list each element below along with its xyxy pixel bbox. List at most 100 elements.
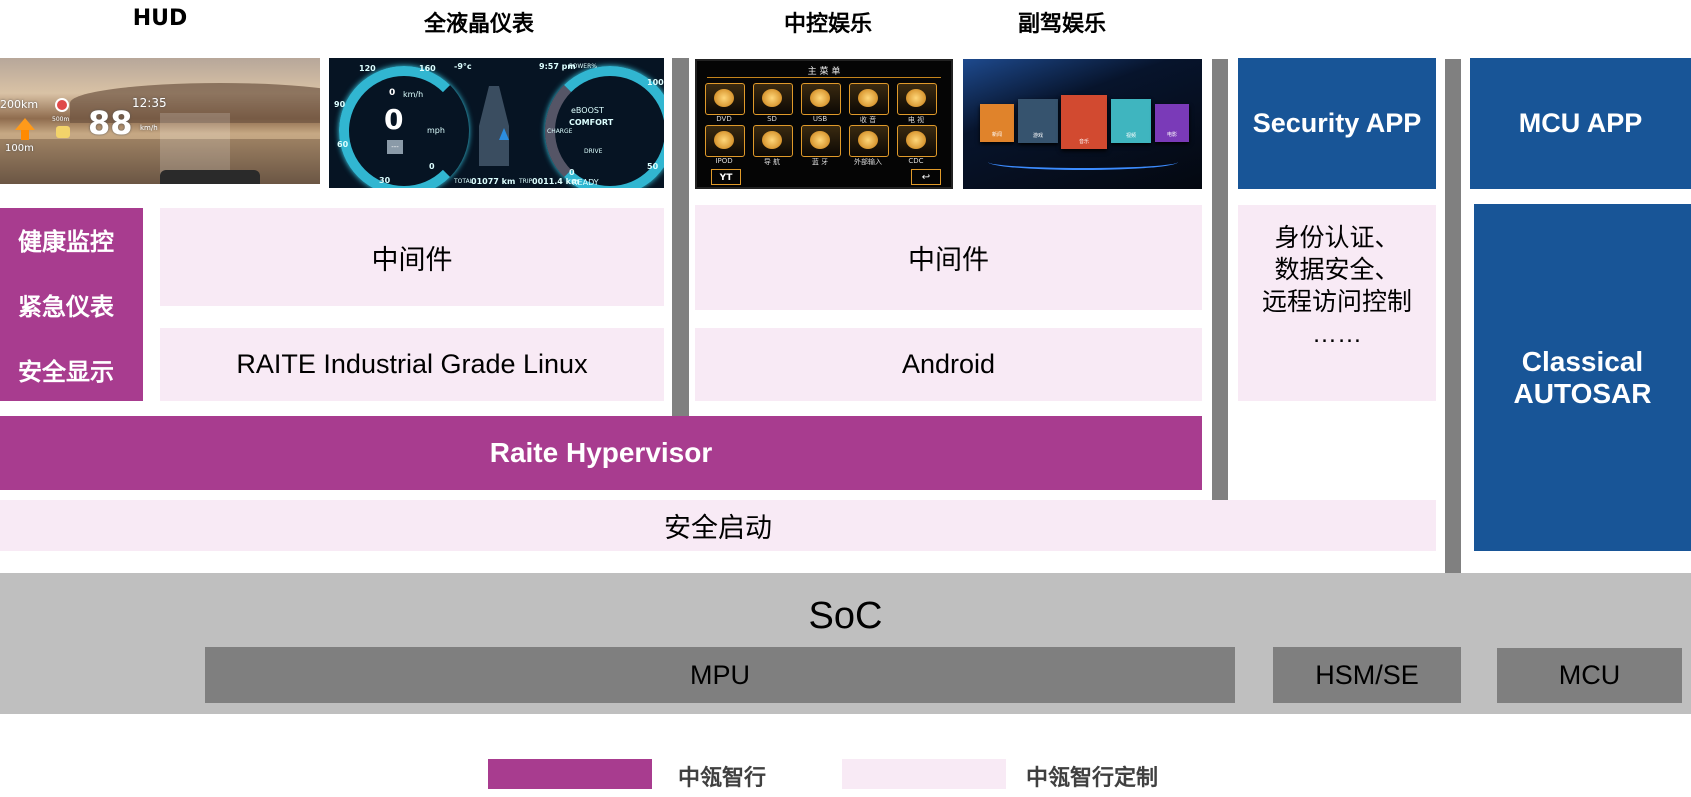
dvd-icon: [714, 89, 734, 107]
radio-icon: [858, 89, 878, 107]
hud-speed: 88: [88, 104, 133, 142]
column-title-ivi: 中控娱乐: [783, 12, 873, 37]
passenger-tile-music[interactable]: 音乐: [1061, 95, 1107, 149]
cluster-tick-160: 160: [419, 64, 436, 73]
ivi-label: CDC: [908, 157, 924, 165]
passenger-tile-label: 游戏: [1032, 133, 1043, 139]
legend-label-raite-custom: 中瓴智行定制: [1026, 766, 1159, 791]
autosar-line-2: AUTOSAR: [1513, 377, 1652, 409]
android-os-block: Android: [695, 328, 1202, 401]
partition-divider: [1212, 59, 1228, 500]
hud-screenshot: 200km 100m 500m 12:35 88 km/h: [0, 58, 320, 184]
ivi-label: 电 视: [907, 116, 925, 124]
cluster-mode: COMFORT: [569, 118, 614, 127]
security-feature: 身份认证、: [1274, 224, 1400, 252]
passenger-screenshot: 新闻 游戏 音乐 视频 电影: [963, 59, 1202, 189]
cluster-total: 01077 km: [471, 177, 516, 186]
arrow-stem-icon: [21, 130, 29, 140]
passenger-tile-label: 新闻: [991, 132, 1002, 138]
soc-block: SoC MPU HSM/SE MCU: [0, 573, 1691, 714]
ivi-label: 收 音: [859, 116, 877, 124]
security-feature-ellipsis: ……: [1312, 320, 1362, 348]
cluster-tick-90: 90: [334, 100, 346, 109]
speed-gauge: [339, 66, 469, 188]
passenger-glow-arc: [988, 154, 1178, 170]
function-safety-display: 安全显示: [18, 358, 114, 386]
ivi-tile-navigation[interactable]: [753, 125, 793, 157]
legend-swatch-raite: [488, 759, 652, 789]
linux-middleware-block: 中间件: [160, 208, 664, 306]
ivi-tile-cdc[interactable]: [897, 125, 937, 157]
navigation-icon: [762, 131, 782, 149]
mcu-block: MCU: [1497, 648, 1682, 703]
bluetooth-icon: [810, 131, 830, 149]
hud-distance: 200km: [0, 98, 39, 111]
ivi-tile-radio[interactable]: [849, 83, 889, 115]
ivi-settings-button[interactable]: YT: [711, 169, 741, 185]
linux-os-block: RAITE Industrial Grade Linux: [160, 328, 664, 401]
ivi-tile-tv[interactable]: [897, 83, 937, 115]
cluster-speed-kmh: 0: [389, 88, 396, 98]
cluster-tick-30: 30: [379, 176, 391, 185]
column-title-passenger: 副驾娱乐: [1017, 12, 1107, 37]
ivi-screenshot: 主 菜 单 DVD SD USB 收 音 电 视 IPOD 导 航 蓝 牙 外部…: [695, 59, 953, 189]
ivi-tile-dvd[interactable]: [705, 83, 745, 115]
ivi-label: SD: [767, 115, 777, 123]
ivi-tile-aux[interactable]: [849, 125, 889, 157]
arrow-up-icon: [15, 118, 35, 130]
ivi-tile-bluetooth[interactable]: [801, 125, 841, 157]
usb-icon: [810, 89, 830, 107]
passenger-tile-label: 视频: [1125, 133, 1136, 139]
cluster-mph-unit: mph: [427, 126, 445, 135]
hypervisor-block: Raite Hypervisor: [0, 416, 1202, 490]
cluster-tick-120: 120: [359, 64, 376, 73]
cluster-tick-right-0: 0: [569, 168, 575, 177]
passenger-tile-movie[interactable]: 电影: [1155, 104, 1189, 142]
function-emergency-cluster: 紧急仪表: [18, 293, 114, 321]
column-title-cluster: 全液晶仪表: [423, 12, 535, 37]
function-health-monitoring: 健康监控: [18, 228, 114, 256]
ivi-title-underline: [707, 77, 941, 78]
tv-icon: [906, 89, 926, 107]
security-feature: 数据安全、: [1274, 256, 1400, 284]
security-app-block: Security APP: [1238, 58, 1436, 189]
apple-icon: [714, 131, 734, 149]
cluster-drive-label: DRIVE: [584, 148, 603, 155]
cluster-tick-60: 60: [337, 140, 349, 149]
ivi-label: 蓝 牙: [811, 158, 829, 166]
ivi-tile-usb[interactable]: [801, 83, 841, 115]
autosar-line-1: Classical: [1521, 345, 1644, 377]
ivi-label: IPOD: [715, 157, 733, 165]
partition-divider: [1445, 59, 1461, 573]
passenger-tile-games[interactable]: 游戏: [1018, 99, 1058, 143]
cluster-tick-0: 0: [429, 162, 435, 171]
navigation-arrow-icon: [499, 128, 509, 140]
passenger-tile-video[interactable]: 视频: [1111, 99, 1151, 143]
legend-swatch-raite-custom: [842, 759, 1006, 789]
hud-speed-unit: km/h: [140, 124, 158, 132]
sd-card-icon: [762, 89, 782, 107]
cluster-power-label: POWER%: [569, 63, 597, 70]
passenger-tile-label: 电影: [1166, 132, 1177, 138]
mpu-block: MPU: [205, 647, 1235, 703]
ivi-tile-ipod[interactable]: [705, 125, 745, 157]
soc-label: SoC: [808, 595, 883, 637]
hud-time: 12:35: [132, 96, 167, 110]
passenger-tile-news[interactable]: 新闻: [980, 104, 1014, 142]
security-feature: 远程访问控制: [1261, 288, 1412, 316]
passenger-tile-label: 音乐: [1078, 139, 1089, 145]
ivi-tile-sd[interactable]: [753, 83, 793, 115]
mcu-app-block: MCU APP: [1470, 58, 1691, 189]
legend-label-raite: 中瓴智行: [678, 766, 767, 791]
ivi-back-button[interactable]: ↩: [911, 169, 941, 185]
ivi-menu-title: 主 菜 单: [807, 67, 841, 77]
hsm-se-block: HSM/SE: [1273, 647, 1461, 703]
cluster-gear: ---: [387, 140, 403, 154]
secure-boot-block: 安全启动: [0, 500, 1436, 551]
aux-input-icon: [858, 131, 878, 149]
hud-car-distance: 500m: [52, 116, 70, 123]
hud-dashboard: [160, 170, 260, 184]
cluster-boost: eBOOST: [571, 106, 604, 115]
column-title-hud: HUD: [132, 6, 188, 31]
car-icon: [56, 126, 70, 138]
